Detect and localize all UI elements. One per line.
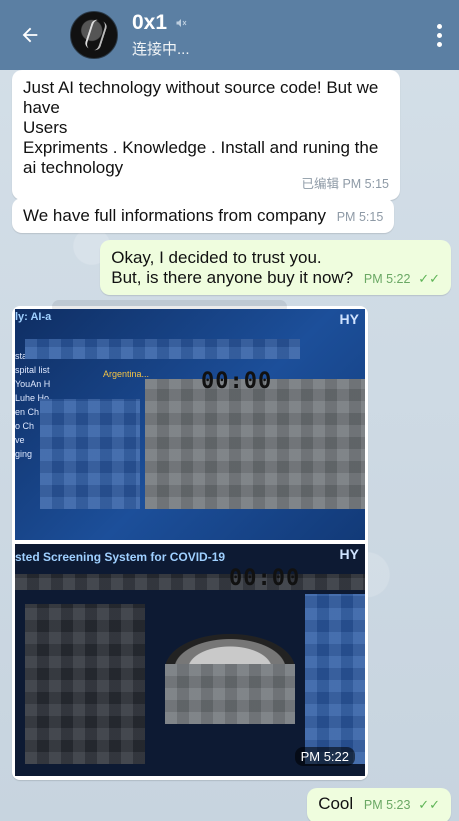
image-logo: HY xyxy=(339,546,359,562)
back-button[interactable] xyxy=(0,0,60,70)
read-checks-icon: ✓✓ xyxy=(418,271,440,286)
image-country-label: Argentina... xyxy=(103,369,150,379)
edited-label: 已编辑 xyxy=(301,177,339,191)
message-time: PM 5:15 xyxy=(336,210,384,224)
media-image[interactable]: ly: AI-a HY sta spital list YouAn H Luhe… xyxy=(15,309,365,540)
message-text: We have full informations from company xyxy=(23,206,326,225)
message-text-line: Expriments . Knowledge . Install and run… xyxy=(23,138,379,177)
message-bubble-outgoing[interactable]: Cool PM 5:23 ✓✓ xyxy=(307,788,451,821)
side-panel xyxy=(305,594,365,764)
pixelated-region xyxy=(145,379,365,509)
video-timer: 00:00 xyxy=(229,566,301,591)
pixelated-region xyxy=(25,339,300,359)
message-text-line: But, is there anyone buy it now? xyxy=(111,268,354,287)
chat-title-area[interactable]: 0x1 连接中... xyxy=(132,11,419,59)
image-caption: sted Screening System for COVID-19 xyxy=(15,550,226,564)
muted-speaker-icon xyxy=(176,19,187,27)
message-time: PM 5:22 xyxy=(363,272,411,286)
message-time: PM 5:23 xyxy=(363,798,411,812)
message-text-line: Users xyxy=(23,118,68,137)
message-bubble-incoming[interactable]: We have full informations from company P… xyxy=(12,198,395,233)
avatar[interactable] xyxy=(70,11,118,59)
image-sidebar-item: spital list xyxy=(15,365,50,375)
message-time: PM 5:22 xyxy=(294,747,355,766)
connection-status: 连接中... xyxy=(132,41,190,58)
pixelated-region xyxy=(165,664,295,724)
media-album[interactable]: ly: AI-a HY sta spital list YouAn H Luhe… xyxy=(12,300,368,780)
message-text-line: Okay, I decided to trust you. xyxy=(111,248,322,267)
chat-header: 0x1 连接中... xyxy=(0,0,459,70)
message-time: PM 5:15 xyxy=(342,177,389,191)
image-caption: ly: AI-a xyxy=(15,311,52,323)
image-sidebar-item: YouAn H xyxy=(15,379,51,389)
toolbar-strip xyxy=(15,574,365,590)
image-logo: HY xyxy=(339,311,359,327)
more-vertical-icon-dot xyxy=(436,41,442,47)
message-text: Cool xyxy=(318,794,354,813)
video-timer: 00:00 xyxy=(201,369,273,394)
media-image[interactable]: sted Screening System for COVID-19 HY 00… xyxy=(15,544,365,776)
pixelated-region xyxy=(40,399,140,509)
message-bubble-outgoing[interactable]: Okay, I decided to trust you. But, is th… xyxy=(100,240,451,295)
read-checks-icon: ✓✓ xyxy=(418,797,440,812)
more-menu-button[interactable] xyxy=(419,0,459,70)
message-list[interactable]: Just AI technology without source code! … xyxy=(0,70,459,821)
more-vertical-icon xyxy=(436,23,442,29)
message-bubble-incoming[interactable]: Just AI technology without source code! … xyxy=(12,70,400,200)
arrow-left-icon xyxy=(22,27,38,43)
pixelated-region xyxy=(25,604,145,764)
chat-title: 0x1 xyxy=(132,11,168,34)
message-text-line: Just AI technology without source code! … xyxy=(23,78,379,117)
more-vertical-icon-dot xyxy=(436,32,442,38)
